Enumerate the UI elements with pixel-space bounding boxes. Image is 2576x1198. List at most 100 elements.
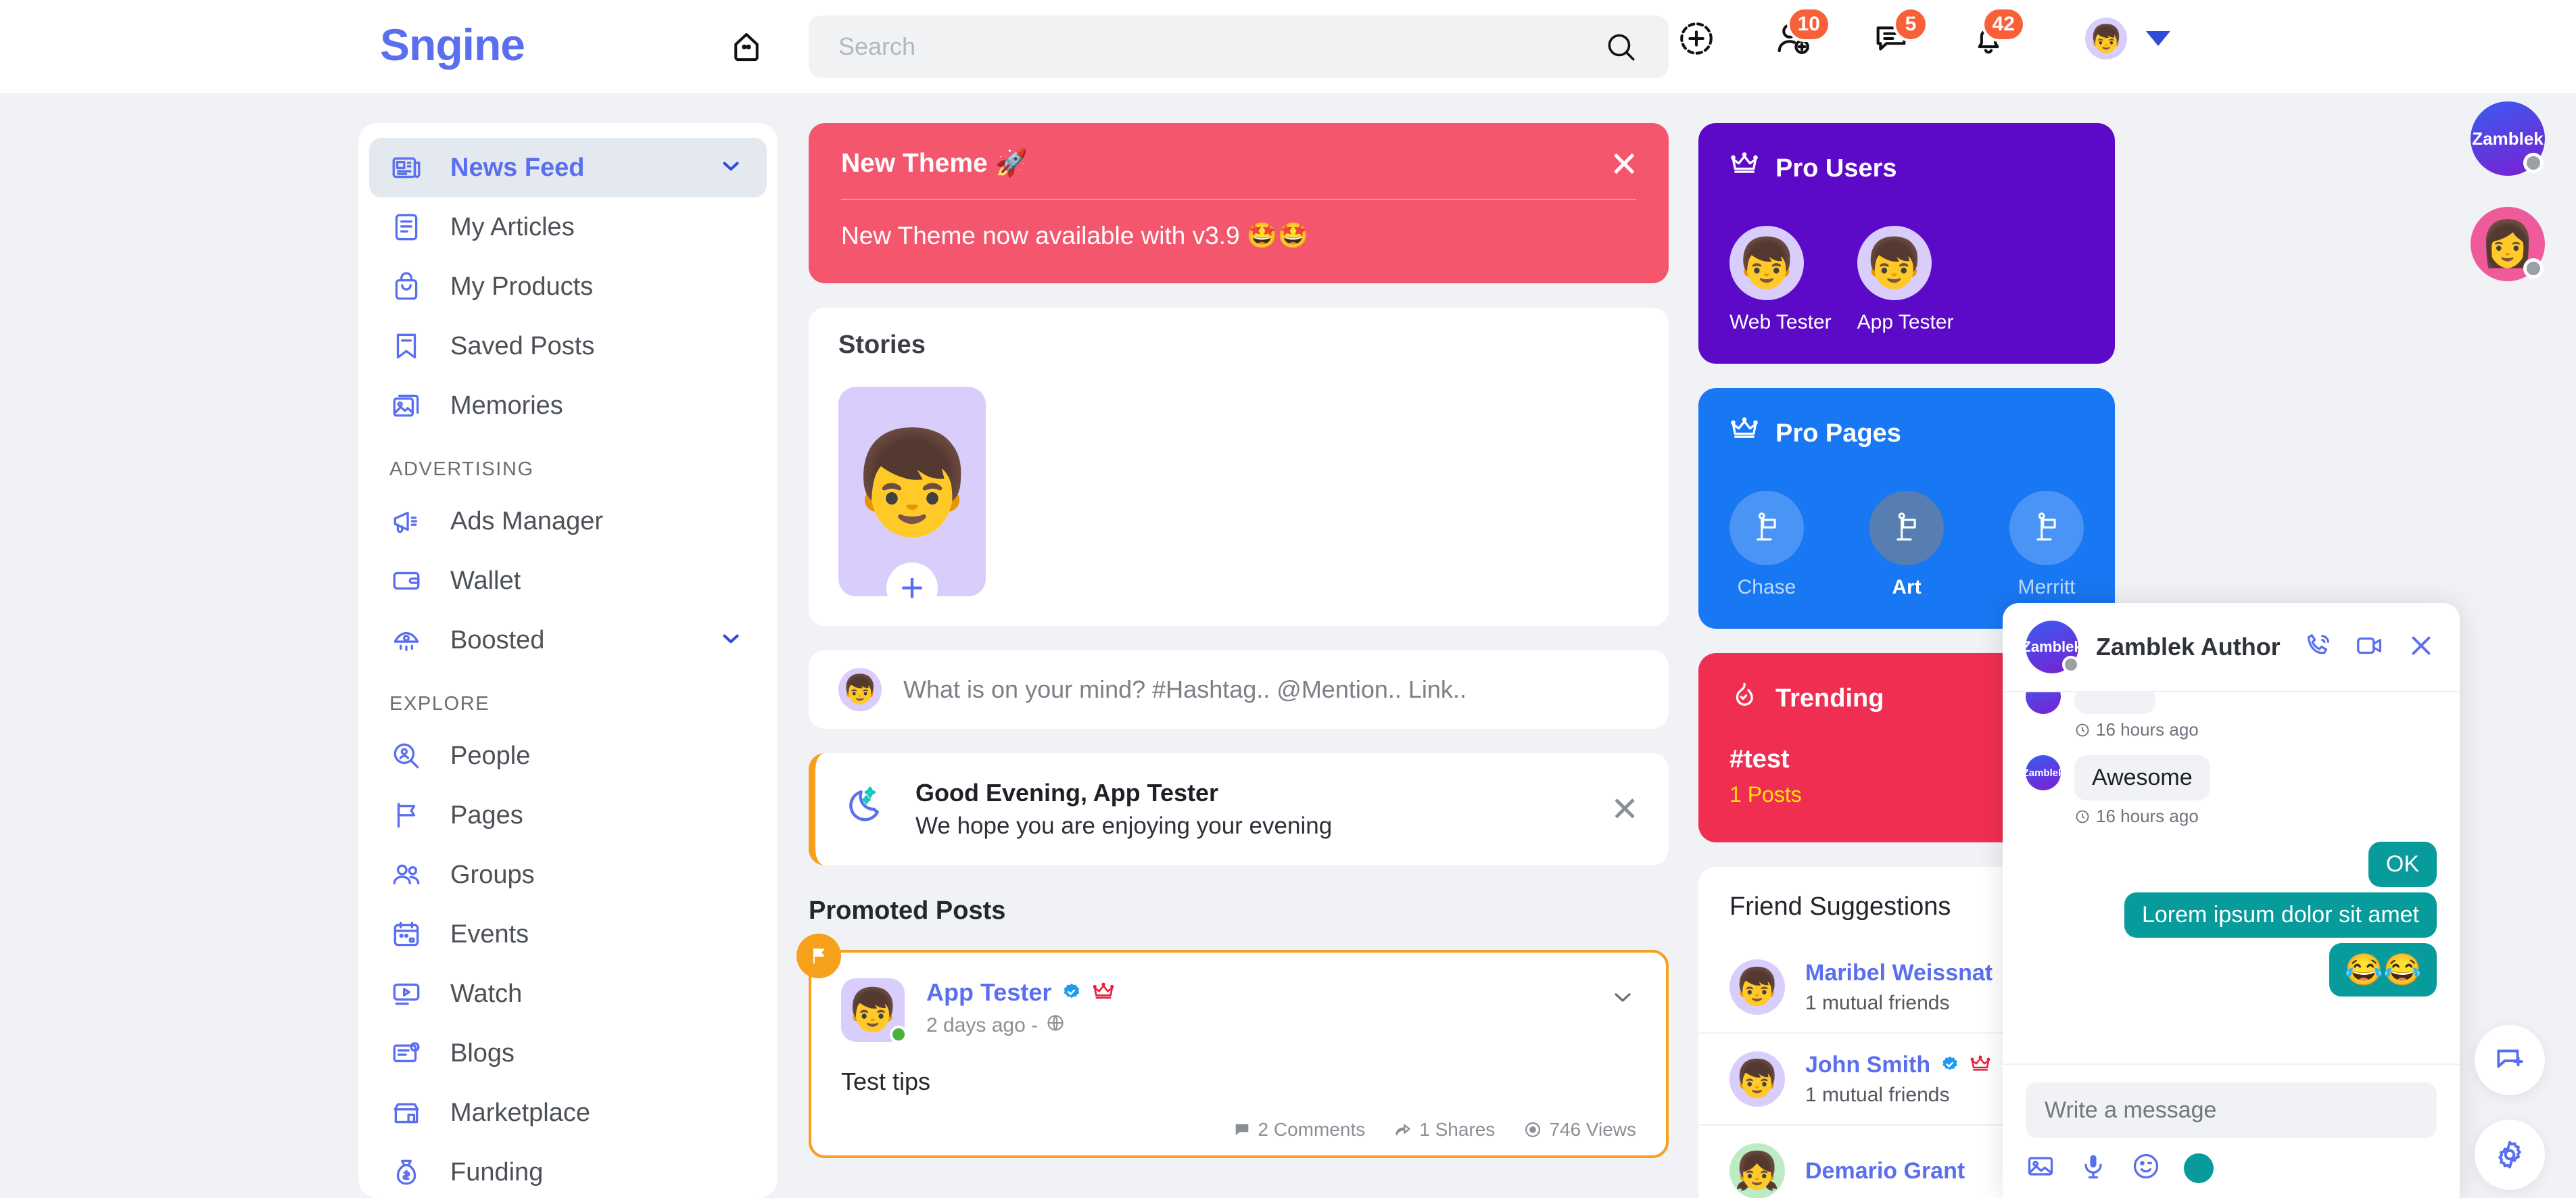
message-row: OK [2026, 842, 2437, 887]
avatar[interactable]: 👦 [2085, 18, 2127, 59]
rocket-icon [388, 622, 425, 658]
sidebar-item-marketplace[interactable]: Marketplace [369, 1083, 767, 1143]
search-icon[interactable] [1602, 28, 1639, 65]
moon-stars-icon [845, 782, 892, 836]
pro-pages-title: Pro Pages [1775, 418, 1901, 448]
post-views-count: 746 Views [1549, 1119, 1636, 1140]
post-options-chevron-down-icon[interactable] [1609, 984, 1636, 1014]
sidebar-item-memories[interactable]: Memories [369, 376, 767, 435]
post-views: 746 Views [1523, 1119, 1636, 1141]
message-bubble-incoming: Awesome [2074, 755, 2210, 800]
pro-page-item[interactable]: Chase [1730, 491, 1804, 599]
sidebar-item-saved-posts[interactable]: Saved Posts [369, 316, 767, 376]
story-avatar: 👦 [849, 426, 976, 540]
post-composer[interactable]: 👦 What is on your mind? #Hashtag.. @Ment… [809, 650, 1669, 729]
chevron-down-icon[interactable] [718, 153, 744, 183]
sidebar-item-news-feed[interactable]: News Feed [369, 138, 767, 197]
pro-pages-card: Pro Pages Chase Art Merritt [1698, 388, 2115, 629]
pro-page-name: Art [1892, 576, 1922, 598]
close-icon[interactable]: ✕ [1609, 147, 1639, 183]
friend-name[interactable]: John Smith [1805, 1052, 1991, 1078]
new-chat-icon[interactable] [2475, 1025, 2545, 1095]
top-header: Sngine Search 10 5 42 👦 [0, 0, 2576, 93]
message-bubble-clipped [2074, 692, 2155, 714]
notifications-badge: 42 [1981, 7, 2026, 42]
sidebar-item-label: Events [450, 919, 529, 949]
sidebar-item-funding[interactable]: Funding [369, 1143, 767, 1198]
search-bar[interactable] [809, 16, 1669, 78]
video-call-icon[interactable] [2354, 630, 2385, 665]
stories-card: Stories 👦 + [809, 308, 1669, 626]
pro-user-item[interactable]: 👦 App Tester [1857, 226, 1954, 334]
brand-logo[interactable]: Sngine [380, 19, 525, 70]
message-row: Lorem ipsum dolor sit amet [2026, 892, 2437, 938]
friend-mutual: 1 mutual friends [1805, 1083, 1950, 1106]
pro-user-name: App Tester [1857, 311, 1954, 333]
close-icon[interactable] [2406, 630, 2437, 665]
microphone-icon[interactable] [2078, 1151, 2108, 1184]
create-story-tile[interactable]: 👦 + [838, 387, 986, 614]
user-menu[interactable]: 👦 [2085, 18, 2170, 59]
composer-placeholder[interactable]: What is on your mind? #Hashtag.. @Mentio… [903, 675, 1466, 704]
add-friend-icon[interactable]: 10 [1773, 7, 1831, 59]
messages-badge: 5 [1893, 7, 1928, 42]
avatar[interactable]: 👦 [841, 978, 907, 1043]
emoji-icon[interactable] [2131, 1151, 2161, 1184]
sidebar-item-my-articles[interactable]: My Articles [369, 197, 767, 257]
sidebar-item-pages[interactable]: Pages [369, 786, 767, 845]
send-icon[interactable] [2184, 1153, 2214, 1183]
avatar: 👦 [1730, 959, 1785, 1015]
search-input[interactable] [838, 16, 1602, 78]
add-story-button[interactable]: + [886, 562, 938, 614]
verified-badge-icon [1061, 982, 1082, 1003]
sidebar-item-people[interactable]: People [369, 726, 767, 786]
friend-name[interactable]: Maribel Weissnat [1805, 960, 1993, 986]
pro-page-item[interactable]: Merritt [2009, 491, 2084, 599]
sidebar-item-boosted[interactable]: Boosted [369, 610, 767, 670]
pro-user-item[interactable]: 👦 Web Tester [1730, 226, 1832, 334]
memories-icon [388, 387, 425, 424]
status-dot [2523, 258, 2544, 279]
home-icon[interactable] [725, 26, 767, 68]
sidebar-item-events[interactable]: Events [369, 905, 767, 964]
sidebar-item-label: Watch [450, 979, 523, 1008]
friend-mutual: 1 mutual friends [1805, 991, 1950, 1014]
avatar[interactable]: Zamblek [2022, 621, 2082, 673]
chat-messages[interactable]: 16 hours ago Zamblek Awesome 16 hours ag… [2003, 692, 2460, 1063]
avatar: 👦 [1857, 226, 1932, 300]
sidebar-item-blogs[interactable]: Blogs [369, 1024, 767, 1083]
pro-user-name: Web Tester [1730, 311, 1832, 333]
verified-badge-icon [1940, 1055, 1960, 1075]
chevron-down-icon[interactable] [2146, 31, 2170, 46]
friend-info: John Smith 1 mutual friends [1805, 1052, 1991, 1107]
post-author[interactable]: App Tester [926, 978, 1115, 1007]
promoted-flag-icon [796, 934, 841, 978]
post-author-name: App Tester [926, 978, 1052, 1006]
chevron-down-icon[interactable] [718, 626, 744, 655]
sidebar-item-wallet[interactable]: Wallet [369, 551, 767, 610]
friend-name[interactable]: Demario Grant [1805, 1158, 1965, 1184]
close-icon[interactable]: ✕ [1611, 790, 1639, 829]
voice-call-icon[interactable] [2303, 630, 2334, 665]
avatar: 👦 [1730, 1051, 1785, 1107]
sidebar-item-watch[interactable]: Watch [369, 964, 767, 1024]
pro-page-item[interactable]: Art [1869, 491, 1944, 599]
message-bubble-outgoing-emoji: 😂😂 [2329, 943, 2437, 997]
pro-users-list: 👦 Web Tester 👦 App Tester [1730, 226, 2084, 334]
sidebar-item-groups[interactable]: Groups [369, 845, 767, 905]
sidebar-group-explore: EXPLORE [389, 693, 490, 715]
sidebar-item-my-products[interactable]: My Products [369, 257, 767, 316]
messages-icon[interactable]: 5 [1870, 7, 1928, 59]
post-comments[interactable]: 2 Comments [1233, 1119, 1365, 1141]
sidebar-item-label: Saved Posts [450, 331, 595, 360]
settings-gear-icon[interactable] [2475, 1120, 2545, 1190]
image-attach-icon[interactable] [2026, 1151, 2055, 1184]
sidebar-item-ads-manager[interactable]: Ads Manager [369, 492, 767, 551]
post-shares[interactable]: 1 Shares [1393, 1119, 1495, 1141]
contact-avatar[interactable]: 👩 [2471, 207, 2545, 281]
notifications-bell-icon[interactable]: 42 [1967, 7, 2026, 59]
add-circle-icon[interactable] [1675, 18, 1717, 59]
chat-message-input[interactable] [2026, 1082, 2437, 1138]
message-bubble-outgoing: Lorem ipsum dolor sit amet [2124, 892, 2437, 938]
contact-avatar-zamblek[interactable]: Zamblek [2471, 101, 2545, 176]
